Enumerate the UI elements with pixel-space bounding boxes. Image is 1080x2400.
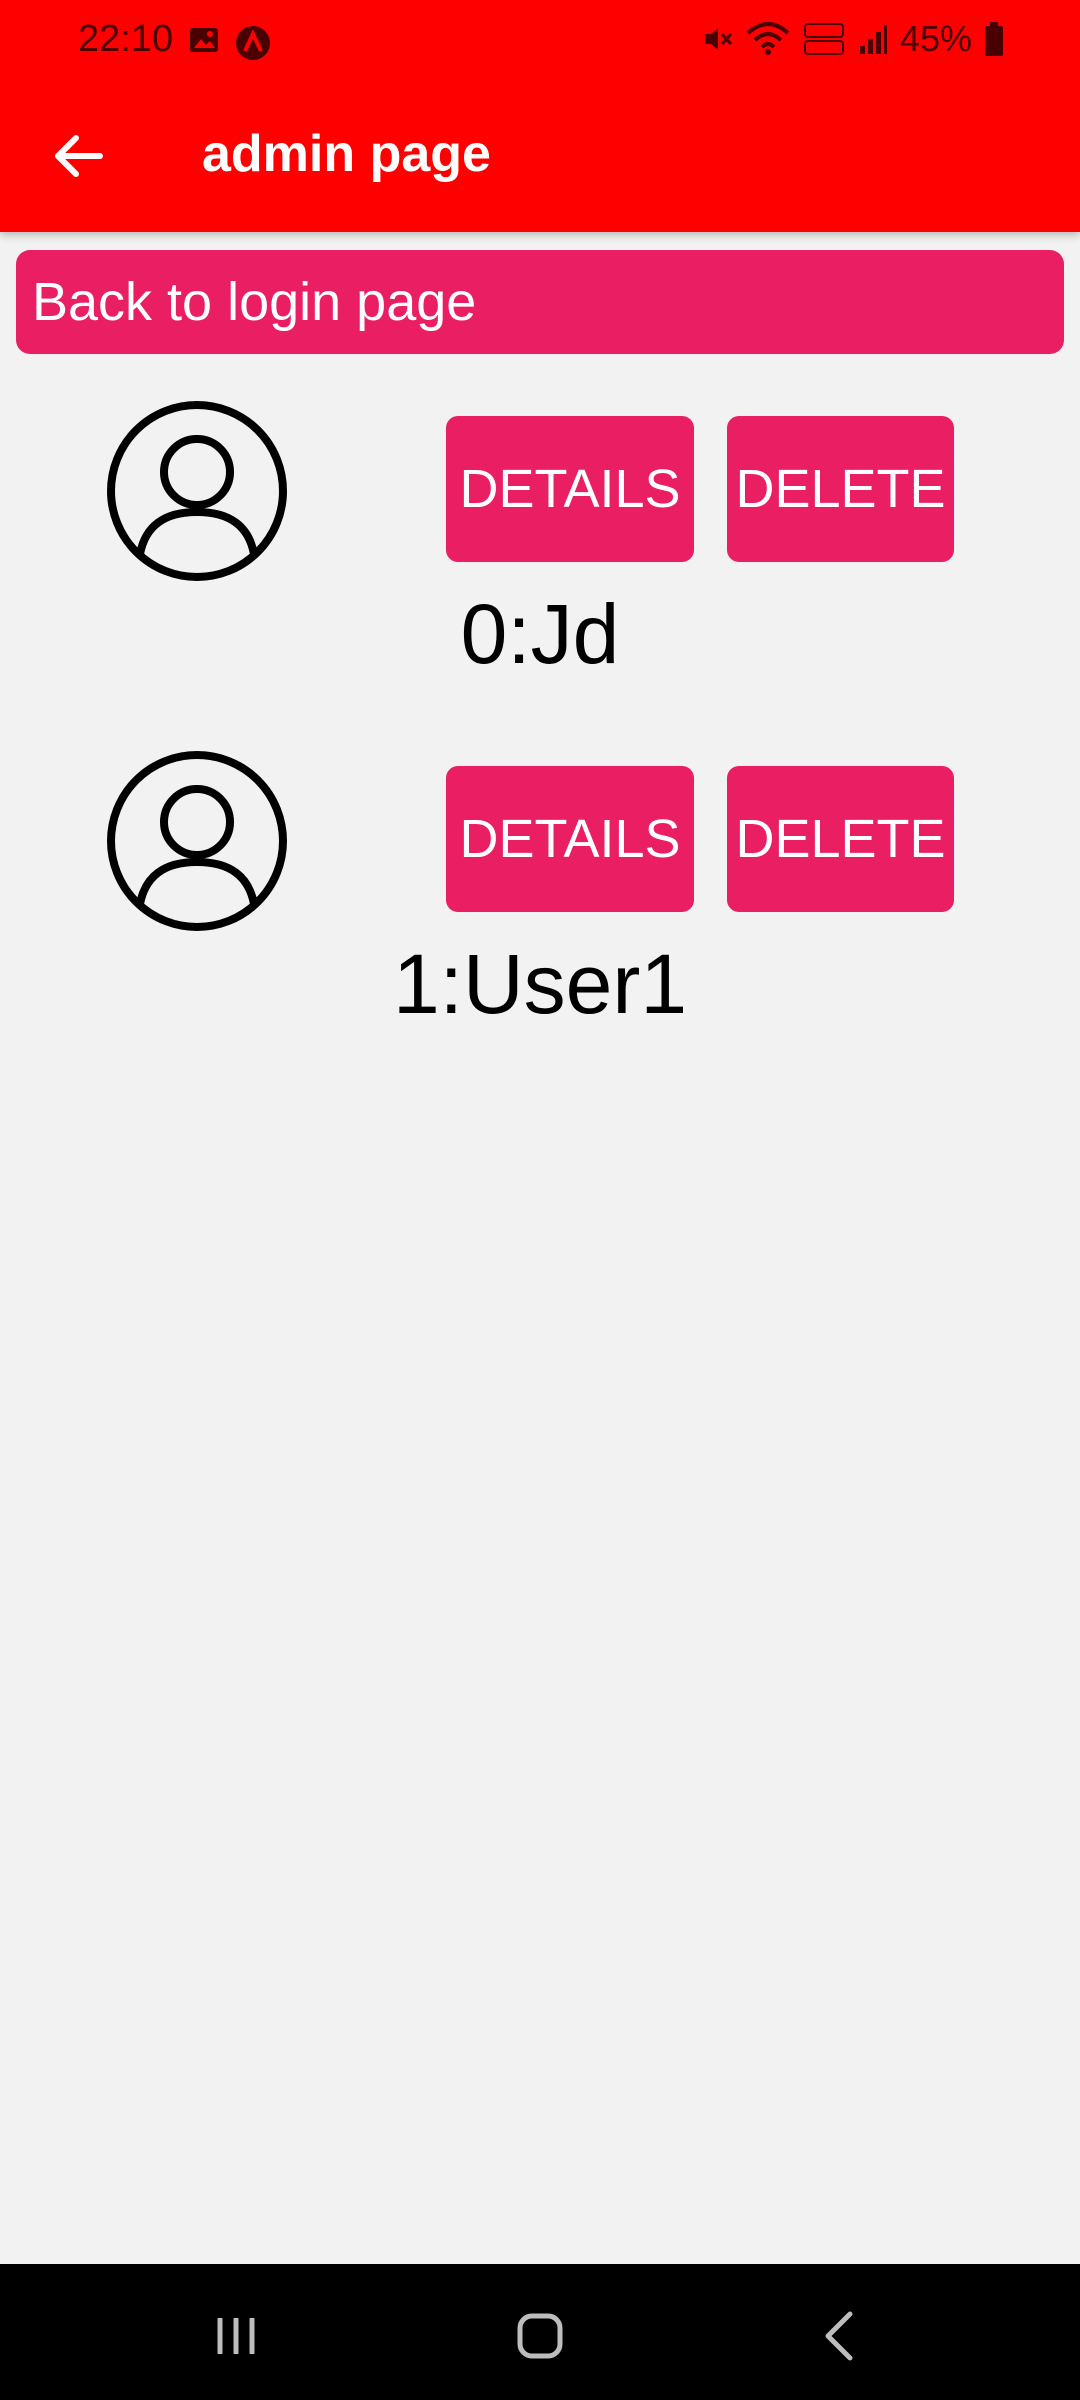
delete-button[interactable]: DELETE (727, 766, 954, 912)
status-bar: 22:10 45% (0, 0, 1080, 88)
user-name: 1:User1 (392, 937, 688, 1031)
back-chevron-icon[interactable] (812, 2306, 872, 2366)
home-icon[interactable] (510, 2306, 570, 2366)
wifi-icon (746, 22, 790, 55)
status-right: 45% (700, 18, 1004, 60)
user-row: DETAILS DELETE 1:User1 (0, 750, 1080, 1070)
user-row: DETAILS DELETE 0:Jd (0, 400, 1080, 720)
user-avatar-icon (107, 401, 287, 581)
page-title: admin page (202, 125, 491, 183)
details-button[interactable]: DETAILS (446, 766, 694, 912)
signal-icon (859, 25, 887, 54)
app-header: 22:10 45% admin page (0, 0, 1080, 232)
user-name: 0:Jd (460, 587, 620, 681)
battery-icon (985, 22, 1003, 56)
volte-icon (803, 23, 844, 55)
toolbar: admin page (0, 88, 1080, 232)
delete-button[interactable]: DELETE (727, 416, 954, 562)
app-notification-icon (236, 26, 270, 60)
recents-icon[interactable] (206, 2306, 266, 2366)
user-avatar-icon (107, 751, 287, 931)
system-nav-bar (0, 2264, 1080, 2400)
back-to-login-button[interactable]: Back to login page (16, 250, 1064, 354)
details-button[interactable]: DETAILS (446, 416, 694, 562)
gallery-notification-icon (190, 28, 218, 52)
status-left-icons (188, 24, 272, 62)
arrow-left-icon[interactable] (48, 126, 108, 186)
status-time: 22:10 (78, 18, 174, 60)
vibrate-mute-icon (704, 28, 733, 50)
battery-level: 45% (899, 18, 972, 59)
